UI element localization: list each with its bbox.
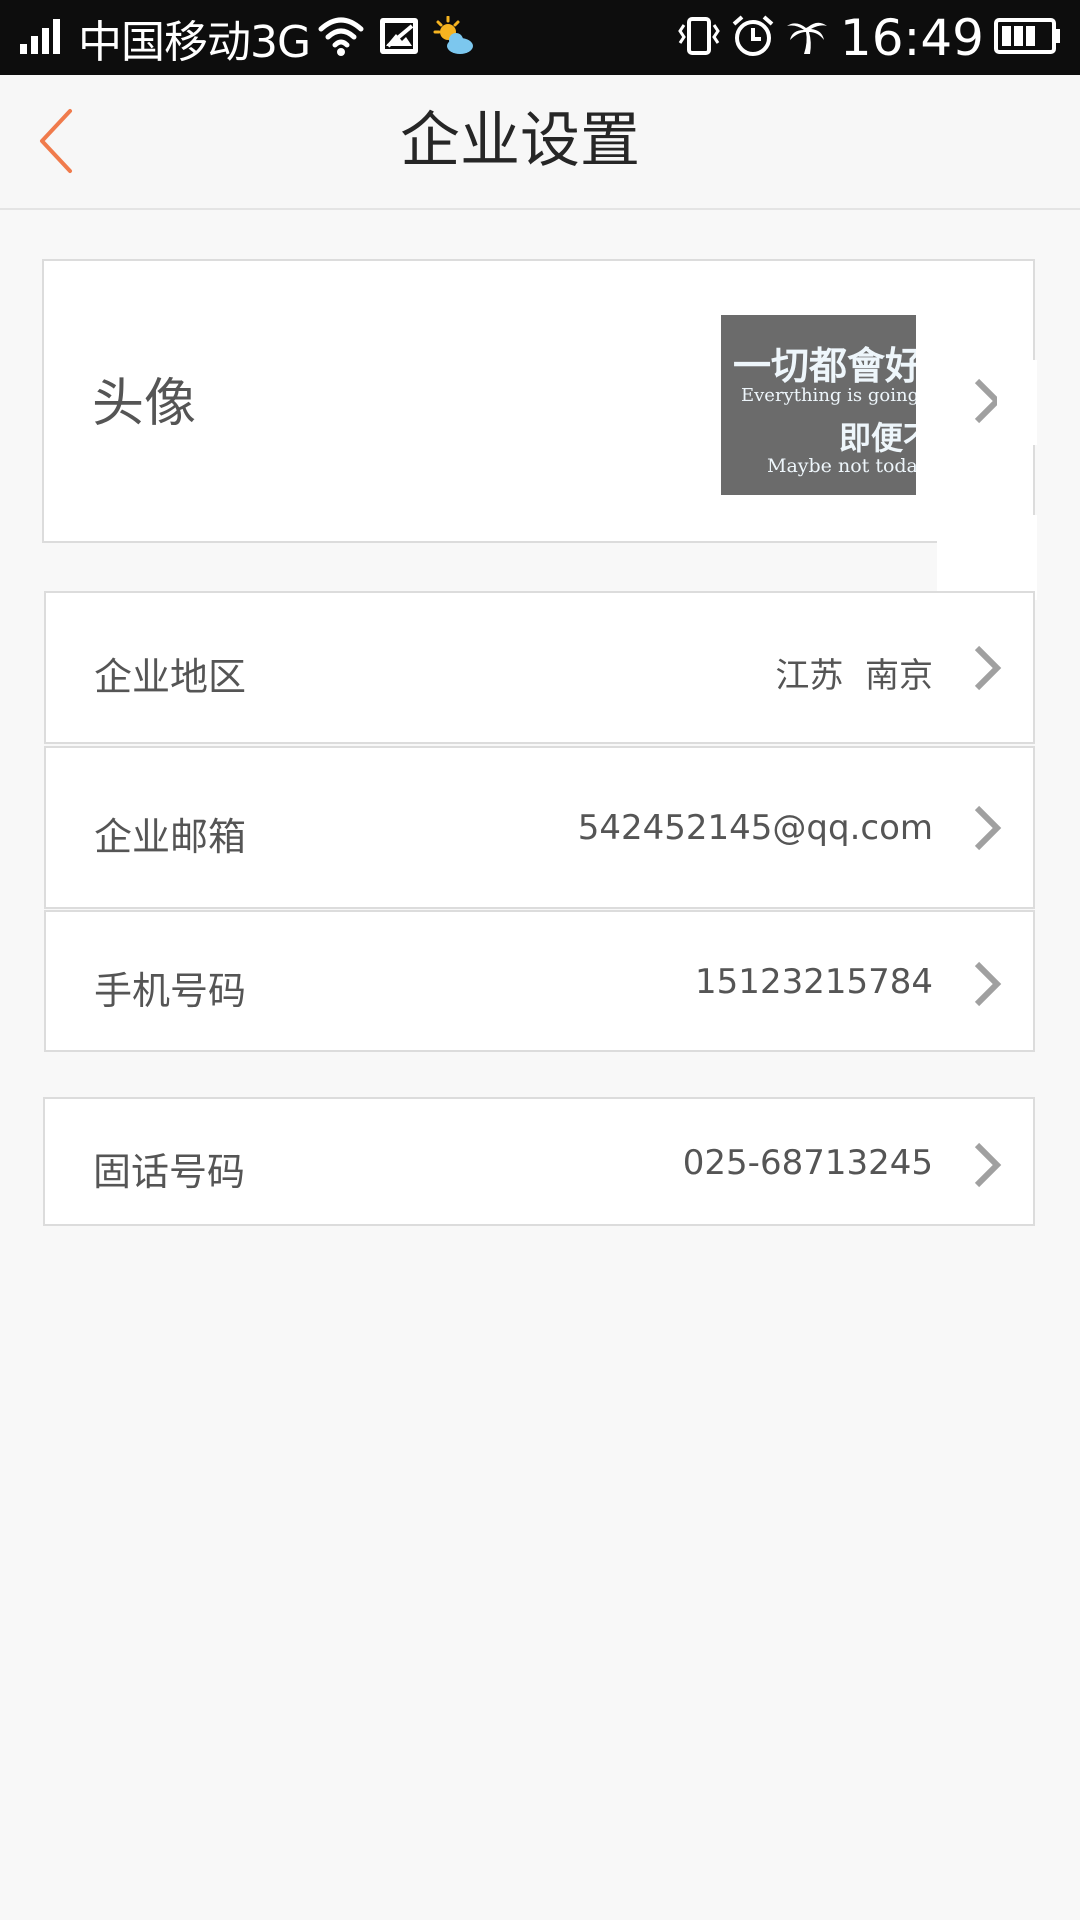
email-row[interactable]: 企业邮箱 542452145@qq.com xyxy=(44,746,1035,909)
glitch-patch xyxy=(937,515,1037,600)
avatar-text-line4: Maybe not today xyxy=(767,455,916,477)
region-label: 企业地区 xyxy=(94,655,247,699)
chevron-right-icon xyxy=(974,805,1002,851)
status-bar-right: 16:49 xyxy=(676,0,1062,75)
avatar[interactable]: 一切都會好 Everything is going 即便不 Maybe not … xyxy=(721,315,916,495)
region-row[interactable]: 企业地区 江苏 南京 xyxy=(44,591,1035,744)
chevron-right-icon xyxy=(974,1142,1002,1188)
mobile-chevron[interactable] xyxy=(965,954,1009,1014)
page-title: 企业设置 xyxy=(400,106,640,176)
avatar-text-line1: 一切都會好 xyxy=(733,343,916,388)
battery-icon xyxy=(994,16,1062,60)
image-notification-icon xyxy=(378,16,420,60)
alarm-icon xyxy=(730,14,776,62)
email-value: 542452145@qq.com xyxy=(577,808,933,848)
clock-time: 16:49 xyxy=(839,8,984,67)
landline-label: 固话号码 xyxy=(93,1150,246,1194)
avatar-text-line2: Everything is going xyxy=(741,385,916,406)
mobile-value: 15123215784 xyxy=(695,962,933,1002)
avatar-text-line3: 即便不 xyxy=(839,419,916,457)
landline-value: 025-68713245 xyxy=(682,1143,933,1183)
landline-chevron[interactable] xyxy=(965,1135,1009,1195)
avatar-label: 头像 xyxy=(92,374,197,434)
signal-icon xyxy=(18,16,66,60)
landline-row[interactable]: 固话号码 025-68713245 xyxy=(43,1097,1035,1226)
email-chevron[interactable] xyxy=(965,798,1009,858)
status-bar-left: 中国移动3G xyxy=(18,0,476,75)
weather-icon xyxy=(432,15,476,60)
email-label: 企业邮箱 xyxy=(94,815,247,859)
nav-bar: 企业设置 xyxy=(0,75,1080,210)
wifi-icon xyxy=(318,15,364,61)
vibrate-icon xyxy=(676,15,722,61)
avatar-row[interactable]: 头像 一切都會好 Everything is going 即便不 Maybe n… xyxy=(42,259,1035,543)
status-bar: 中国移动3G 16:49 xyxy=(0,0,1080,75)
mobile-row[interactable]: 手机号码 15123215784 xyxy=(44,910,1035,1052)
status-palm-icon xyxy=(784,14,830,62)
glitch-patch xyxy=(997,360,1037,445)
carrier-name: 中国移动3G xyxy=(78,16,311,68)
region-value: 江苏 南京 xyxy=(775,656,933,696)
chevron-right-icon xyxy=(974,645,1002,691)
region-chevron[interactable] xyxy=(965,638,1009,698)
chevron-right-icon xyxy=(974,961,1002,1007)
mobile-label: 手机号码 xyxy=(94,969,247,1013)
